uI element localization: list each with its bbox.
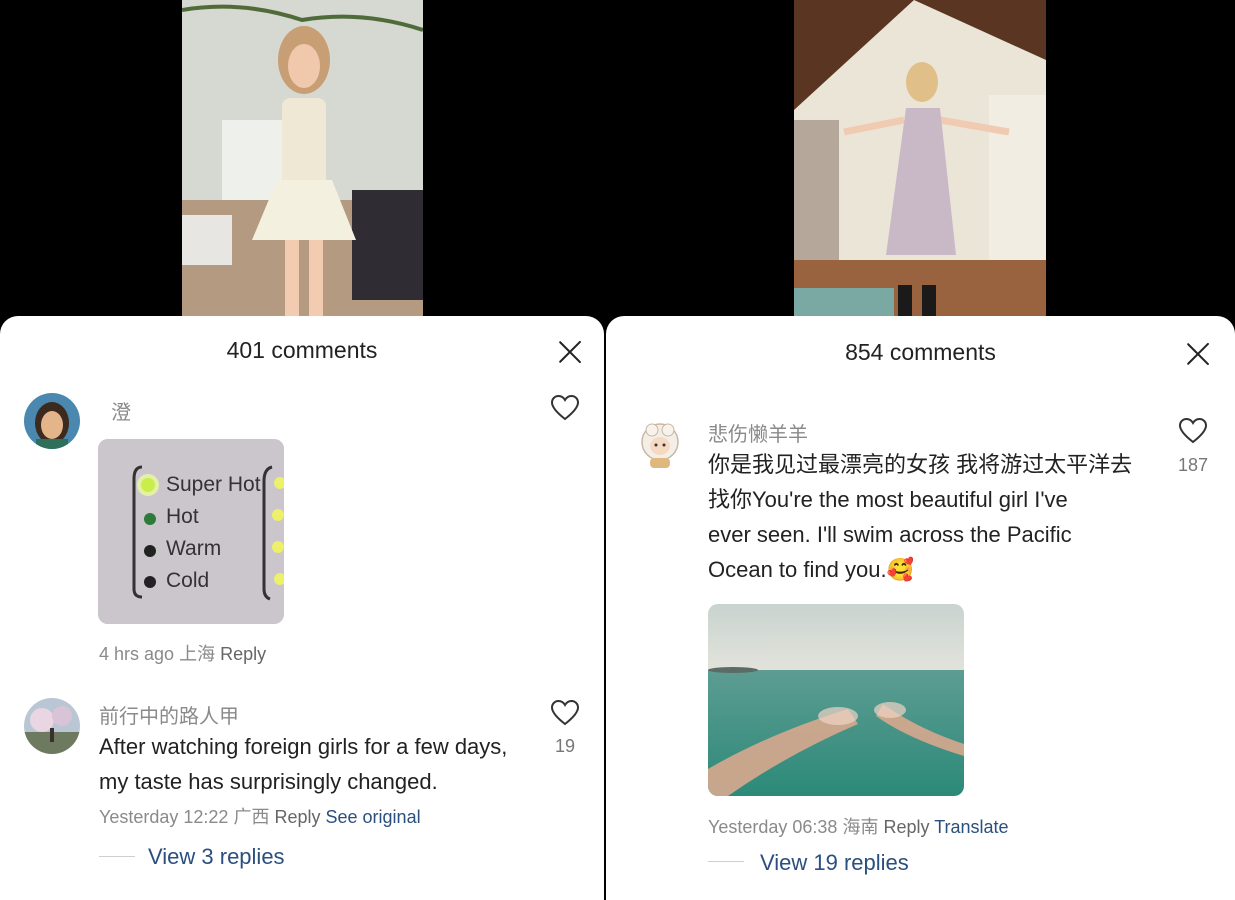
heart-icon[interactable] [550,394,580,422]
close-icon[interactable] [558,340,582,364]
avatar[interactable] [24,698,80,754]
comment-text: After watching foreign girls for a few d… [99,729,507,799]
comment-text-line: my taste has surprisingly changed. [99,769,438,794]
comment-username[interactable]: 前行中的路人甲 [99,700,239,729]
close-icon[interactable] [1186,342,1210,366]
image-label-hot: Hot [166,505,199,528]
avatar-image [24,698,80,754]
heart-icon[interactable] [550,699,580,727]
comments-sheet-right: 854 comments 悲伤懒羊羊 187 你是我见过最漂亮的女孩 我将游过太… [606,316,1235,900]
comment-text-line: 找你You're the most beautiful girl I've [708,487,1068,512]
reply-button[interactable]: Reply [274,807,320,827]
comment-image[interactable] [708,604,964,796]
comment-username[interactable]: 澄 [111,396,131,425]
like-count: 19 [554,736,576,756]
comment-meta: Yesterday 06:38 海南 Reply Translate [708,813,1009,839]
comment-username[interactable]: 悲伤懒羊羊 [708,418,808,447]
comment-image[interactable]: Super Hot Hot Warm Cold [98,439,284,624]
view-replies-button[interactable]: View 3 replies [148,844,285,870]
avatar-image [632,416,688,472]
comment-location: 广西 [233,807,270,827]
image-label-cold: Cold [166,569,210,592]
video-frame-left[interactable] [182,0,423,316]
view-replies-button[interactable]: View 19 replies [760,850,909,876]
comments-sheet-left: 401 comments 澄 Super Hot Hot Warm Cold 4… [0,316,604,900]
like-count: 187 [1177,455,1209,475]
avatar[interactable] [24,393,80,449]
video-scene-right [794,0,1046,316]
see-original-link[interactable]: See original [326,807,421,827]
comment-time: 4 hrs ago [99,644,175,664]
comment-text-line-end: Ocean to find you. [708,557,887,582]
reply-button[interactable]: Reply [220,644,266,664]
comment-meta: Yesterday 12:22 广西 Reply See original [99,803,421,829]
comment-text-line: Ocean to find you.🥰 [708,552,1148,587]
comment-time: Yesterday 12:22 [99,807,229,827]
comment-time: Yesterday 06:38 [708,817,838,837]
avatar-image [24,393,80,449]
comments-count-title: 401 comments [226,337,378,363]
image-label-super-hot: Super Hot [166,473,261,496]
heart-icon[interactable] [1178,417,1208,445]
translate-link[interactable]: Translate [934,817,1008,837]
comment-text-line: 你是我见过最漂亮的女孩 我将游过太平洋去 [708,452,1133,477]
comment-text-line: After watching foreign girls for a few d… [99,734,508,759]
comment-text: 你是我见过最漂亮的女孩 我将游过太平洋去 找你You're the most b… [708,447,1148,587]
reply-button[interactable]: Reply [883,817,929,837]
replies-divider [99,856,135,857]
replies-divider [708,861,744,862]
comments-count-title: 854 comments [845,339,996,365]
video-frame-right[interactable] [794,0,1046,316]
comment-location: 上海 [179,644,216,664]
comment-location: 海南 [842,817,879,837]
avatar[interactable] [632,416,688,472]
comment-text-line: ever seen. I'll swim across the Pacific [708,522,1072,547]
image-label-warm: Warm [166,537,222,560]
swimming-ocean-photo [708,604,964,796]
comment-meta: 4 hrs ago 上海 Reply [99,640,266,666]
video-scene-left [182,0,423,316]
smiling-face-hearts-emoji: 🥰 [886,557,914,582]
